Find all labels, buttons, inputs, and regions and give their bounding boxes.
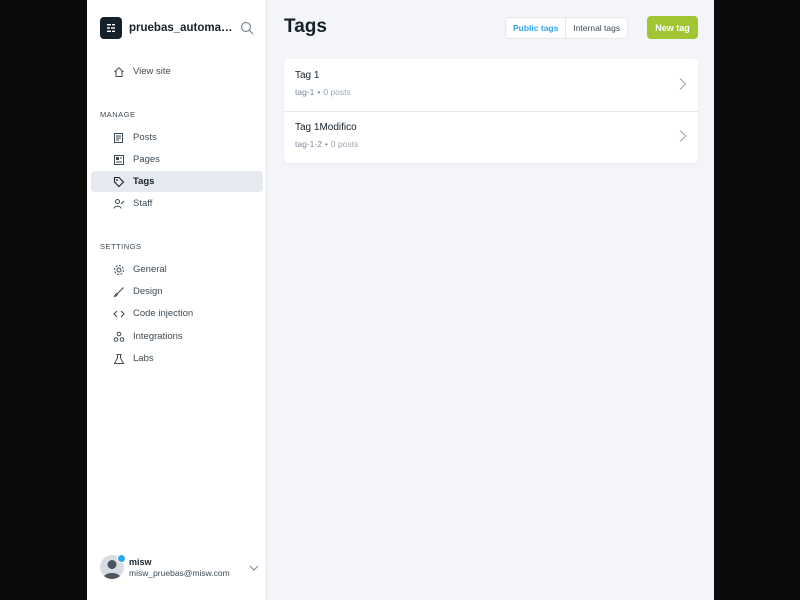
site-name: pruebas_automatiz...	[129, 22, 235, 34]
meta-separator: •	[317, 87, 321, 97]
tag-name: Tag 1Modifico	[295, 122, 357, 133]
sidebar-item-labs[interactable]: Labs	[91, 348, 263, 369]
sidebar-item-label: Labs	[133, 353, 154, 364]
staff-icon	[112, 197, 125, 210]
user-info: misw misw_pruebas@misw.com	[129, 557, 230, 578]
sidebar-item-label: General	[133, 264, 167, 275]
search-icon[interactable]	[240, 21, 254, 35]
sidebar-item-general[interactable]: General	[91, 259, 263, 280]
tag-row[interactable]: Tag 1Modifico tag-1-2 • 0 posts	[284, 111, 698, 163]
code-icon	[112, 307, 125, 320]
sidebar-item-label: Code injection	[133, 308, 194, 319]
sidebar-item-label: Posts	[133, 132, 157, 143]
user-name: misw	[129, 556, 152, 567]
tab-internal-tags[interactable]: Internal tags	[566, 18, 627, 38]
tag-row[interactable]: Tag 1 tag-1 • 0 posts	[284, 59, 698, 112]
site-logo-icon	[100, 17, 122, 39]
tag-name: Tag 1	[295, 70, 320, 81]
home-icon	[112, 65, 125, 78]
pages-icon	[112, 153, 125, 166]
view-site-link[interactable]: View site	[91, 61, 263, 82]
sidebar-item-label: Pages	[133, 154, 160, 165]
sidebar-item-label: Integrations	[133, 331, 183, 342]
app-window: pruebas_automatiz... View site MANAGE Po…	[87, 0, 714, 600]
integrations-icon	[112, 330, 125, 343]
user-email: misw_pruebas@misw.com	[129, 567, 230, 578]
sidebar-item-integrations[interactable]: Integrations	[91, 326, 263, 347]
sidebar-item-label: Staff	[133, 198, 153, 209]
brush-icon	[112, 285, 125, 298]
posts-icon	[112, 131, 125, 144]
sidebar-item-design[interactable]: Design	[91, 281, 263, 302]
view-site-label: View site	[133, 66, 171, 77]
new-tag-button[interactable]: New tag	[647, 16, 698, 39]
tag-meta: tag-1-2 • 0 posts	[295, 139, 358, 149]
tag-post-count: 0 posts	[323, 87, 351, 97]
tag-post-count: 0 posts	[330, 139, 359, 149]
meta-separator: •	[324, 139, 328, 149]
tag-icon	[112, 175, 125, 188]
tag-list: Tag 1 tag-1 • 0 posts Tag 1Modifico tag-1-…	[284, 59, 698, 163]
chevron-right-icon	[678, 129, 687, 143]
tag-type-filter: Public tags Internal tags	[505, 17, 629, 39]
tag-slug: tag-1	[295, 87, 315, 97]
page-title: Tags	[284, 16, 327, 37]
avatar-wrapper	[100, 554, 126, 579]
sidebar-item-tags[interactable]: Tags	[91, 171, 263, 192]
notification-dot	[117, 554, 126, 563]
section-heading-settings: SETTINGS	[100, 242, 142, 251]
flask-icon	[112, 352, 125, 365]
tag-meta: tag-1 • 0 posts	[295, 87, 351, 97]
site-brand[interactable]: pruebas_automatiz...	[100, 17, 260, 39]
tab-public-tags[interactable]: Public tags	[506, 18, 567, 38]
tag-slug: tag-1-2	[295, 139, 322, 149]
chevron-right-icon	[678, 77, 687, 91]
sidebar-item-label: Design	[133, 286, 163, 297]
sidebar-item-pages[interactable]: Pages	[91, 149, 263, 170]
section-heading-manage: MANAGE	[100, 110, 136, 119]
chevron-down-icon[interactable]	[248, 561, 260, 573]
sidebar-item-posts[interactable]: Posts	[91, 127, 263, 148]
sidebar-item-staff[interactable]: Staff	[91, 193, 263, 214]
sidebar: pruebas_automatiz... View site MANAGE Po…	[87, 0, 267, 600]
sidebar-item-code-injection[interactable]: Code injection	[91, 303, 263, 324]
user-menu[interactable]: misw misw_pruebas@misw.com	[100, 553, 260, 581]
sidebar-item-label: Tags	[133, 176, 155, 187]
gear-icon	[112, 263, 125, 276]
